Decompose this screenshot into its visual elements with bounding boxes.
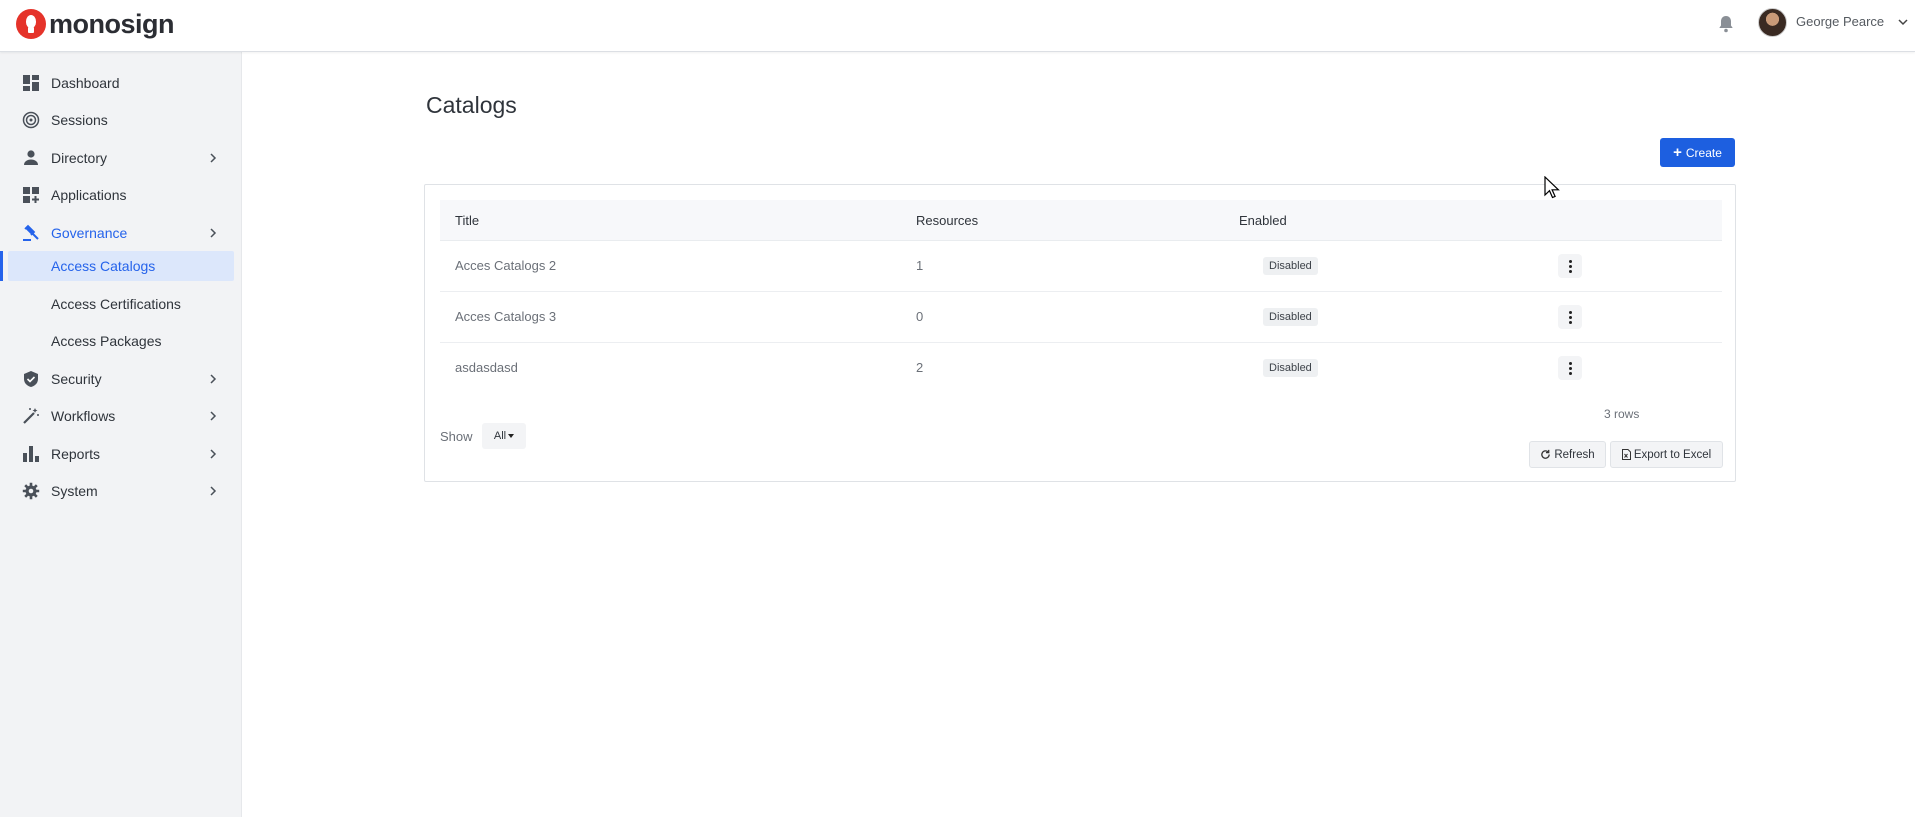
cell-resources: 1 <box>916 258 924 273</box>
chevron-down-icon[interactable] <box>1897 16 1909 28</box>
sidebar-item-label: Security <box>51 371 102 387</box>
sidebar-item-system[interactable]: System <box>0 475 242 507</box>
sidebar-item-workflows[interactable]: Workflows <box>0 400 242 432</box>
chevron-right-icon <box>210 374 217 384</box>
sidebar-item-label: Workflows <box>51 408 116 424</box>
row-actions-button[interactable] <box>1558 356 1582 380</box>
sidebar-item-directory[interactable]: Directory <box>0 142 242 174</box>
sidebar-item-sessions[interactable]: Sessions <box>0 104 242 136</box>
bell-icon[interactable] <box>1717 14 1735 34</box>
sidebar-item-label: Applications <box>51 187 127 203</box>
monosign-logo[interactable]: monosign <box>16 9 175 39</box>
sidebar-item-dashboard[interactable]: Dashboard <box>0 67 242 99</box>
cell-title: Acces Catalogs 3 <box>455 309 557 324</box>
export-label: Export to Excel <box>1633 448 1712 461</box>
shield-icon <box>24 371 38 387</box>
sidebar-item-label: Governance <box>51 225 128 241</box>
top-bar: monosign George Pearce <box>0 0 1915 52</box>
gear-icon <box>22 482 40 500</box>
cell-resources: 2 <box>916 360 924 375</box>
cell-title: asdasdasd <box>455 360 518 375</box>
chevron-right-icon <box>210 228 217 238</box>
excel-file-icon <box>1621 449 1631 460</box>
column-header-resources[interactable]: Resources <box>916 213 978 228</box>
plus-icon: + <box>1673 143 1682 161</box>
chevron-right-icon <box>210 411 217 421</box>
user-name[interactable]: George Pearce <box>1796 14 1884 30</box>
status-badge: Disabled <box>1263 308 1318 326</box>
page-size-value: All <box>493 430 507 442</box>
column-header-enabled[interactable]: Enabled <box>1239 213 1287 228</box>
logo-mark-icon <box>16 9 46 39</box>
refresh-label: Refresh <box>1554 448 1595 461</box>
create-label: Create <box>1685 145 1722 160</box>
row-actions-button[interactable] <box>1558 254 1582 278</box>
sessions-icon <box>22 111 40 129</box>
dashboard-icon <box>23 75 39 91</box>
refresh-icon <box>1541 449 1551 459</box>
sidebar-subitem-label: Access Packages <box>51 333 162 349</box>
sidebar-item-security[interactable]: Security <box>0 363 242 395</box>
status-badge: Disabled <box>1263 359 1318 377</box>
table-row[interactable]: asdasdasd 2 Disabled <box>440 343 1722 394</box>
sidebar-item-reports[interactable]: Reports <box>0 438 242 470</box>
sidebar-subitem-access-catalogs[interactable]: Access Catalogs <box>0 251 242 281</box>
sidebar-item-governance[interactable]: Governance <box>0 217 242 249</box>
sidebar-subitem-access-packages[interactable]: Access Packages <box>0 326 242 356</box>
gavel-icon <box>23 224 39 241</box>
active-indicator <box>0 251 3 281</box>
cell-title: Acces Catalogs 2 <box>455 258 557 273</box>
more-vertical-icon <box>1568 361 1572 376</box>
chevron-right-icon <box>210 153 217 163</box>
page-size-select[interactable]: All <box>482 423 526 449</box>
sidebar-item-applications[interactable]: Applications <box>0 179 242 211</box>
column-header-title[interactable]: Title <box>455 213 479 228</box>
sidebar-subitem-label: Access Certifications <box>51 296 181 312</box>
cell-resources: 0 <box>916 309 924 324</box>
sidebar-item-label: Sessions <box>51 112 108 128</box>
mouse-cursor-icon <box>1544 176 1560 199</box>
catalogs-card: Title Resources Enabled Acces Catalogs 2… <box>424 184 1736 482</box>
logo-text: monosign <box>49 9 175 39</box>
applications-icon <box>23 187 39 203</box>
show-label: Show <box>440 429 473 444</box>
avatar[interactable] <box>1758 8 1787 37</box>
table-header: Title Resources Enabled <box>440 200 1722 241</box>
chevron-right-icon <box>210 449 217 459</box>
more-vertical-icon <box>1568 259 1572 274</box>
person-icon <box>24 150 38 165</box>
row-actions-button[interactable] <box>1558 305 1582 329</box>
sidebar-item-label: Directory <box>51 150 108 166</box>
sidebar-subitem-access-certifications[interactable]: Access Certifications <box>0 289 242 319</box>
sidebar-item-label: Dashboard <box>51 75 120 91</box>
wand-icon <box>23 408 39 424</box>
chevron-right-icon <box>210 486 217 496</box>
page-title: Catalogs <box>426 92 517 118</box>
table-row[interactable]: Acces Catalogs 2 1 Disabled <box>440 241 1722 292</box>
sidebar-item-label: System <box>51 483 98 499</box>
table-row[interactable]: Acces Catalogs 3 0 Disabled <box>440 292 1722 343</box>
sidebar: Dashboard Sessions Directory Application… <box>0 52 242 817</box>
sidebar-subitem-label: Access Catalogs <box>51 258 156 274</box>
export-to-excel-button[interactable]: Export to Excel <box>1610 441 1723 468</box>
sidebar-item-label: Reports <box>51 446 101 462</box>
rows-count: 3 rows <box>1604 407 1640 421</box>
bar-chart-icon <box>23 446 39 462</box>
refresh-button[interactable]: Refresh <box>1529 441 1606 468</box>
create-button[interactable]: + Create <box>1660 138 1735 167</box>
more-vertical-icon <box>1568 310 1572 325</box>
status-badge: Disabled <box>1263 257 1318 275</box>
caret-down-icon <box>508 434 515 438</box>
